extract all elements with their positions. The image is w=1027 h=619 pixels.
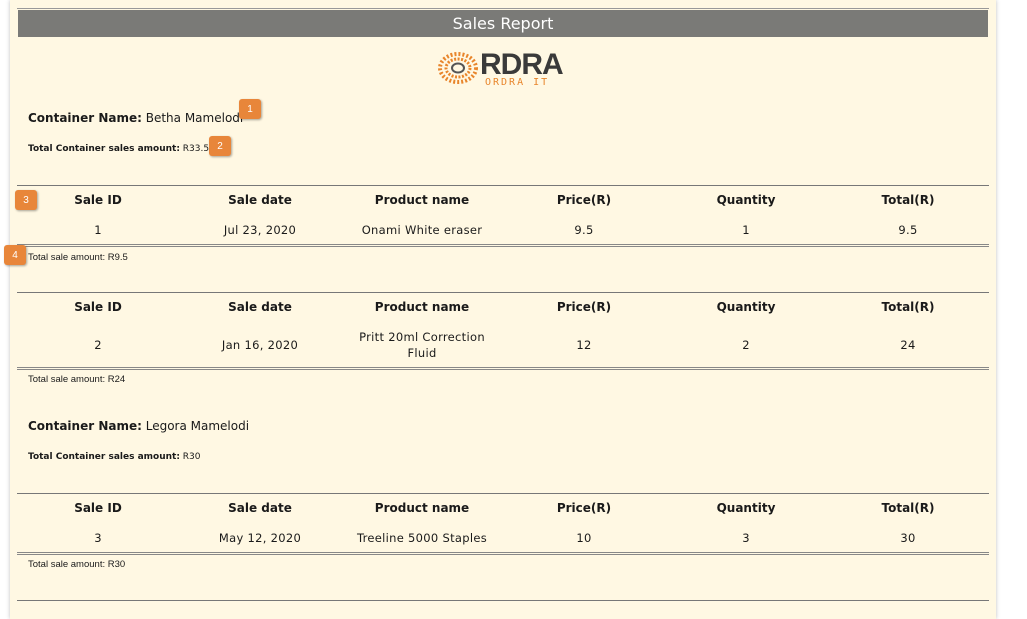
table-row: 3 May 12, 2020 Treeline 5000 Staples 10 … xyxy=(17,523,989,552)
col-sale-id: Sale ID xyxy=(74,501,122,515)
container-total-label: Total Container sales amount: xyxy=(28,144,180,154)
logo-subtitle: ORDRA IT xyxy=(485,77,550,88)
container-name-1: Container Name: Betha Mamelodi xyxy=(28,111,243,125)
cell-product-name: Treeline 5000 Staples xyxy=(356,530,487,545)
cell-sale-date: Jul 23, 2020 xyxy=(223,222,297,237)
col-quantity: Quantity xyxy=(716,300,776,314)
cell-total: 30 xyxy=(900,530,916,545)
report-title: Sales Report xyxy=(18,10,988,37)
col-quantity: Quantity xyxy=(716,193,776,207)
top-divider xyxy=(17,8,989,9)
report-page: Sales Report RDRA ORDRA IT Container Nam… xyxy=(4,0,996,619)
sale-total: Total sale amount: R30 xyxy=(28,559,126,570)
cell-sale-date: May 12, 2020 xyxy=(218,530,302,545)
col-quantity: Quantity xyxy=(716,501,776,515)
cell-sale-date: Jan 16, 2020 xyxy=(221,337,299,352)
col-product-name: Product name xyxy=(374,501,470,515)
table-bottom-border xyxy=(17,244,989,247)
sale-total: Total sale amount: R24 xyxy=(28,374,126,385)
col-price: Price(R) xyxy=(556,193,612,207)
container-name-value: Legora Mamelodi xyxy=(145,419,250,433)
container-total-label: Total Container sales amount: xyxy=(28,452,180,462)
table-header-row: Sale ID Sale date Product name Price(R) … xyxy=(17,186,989,215)
col-total: Total(R) xyxy=(881,501,935,515)
cell-quantity: 2 xyxy=(742,337,750,352)
container-total-2: Total Container sales amount: R30 xyxy=(28,452,201,462)
logo-ring-icon xyxy=(438,52,478,84)
table-bottom-border xyxy=(17,367,989,370)
table-bottom-border xyxy=(17,552,989,555)
table-header-row: Sale ID Sale date Product name Price(R) … xyxy=(17,293,989,322)
cell-quantity: 1 xyxy=(742,222,750,237)
table-header-row: Sale ID Sale date Product name Price(R) … xyxy=(17,494,989,523)
cell-sale-id: 1 xyxy=(94,222,102,237)
cell-quantity: 3 xyxy=(742,530,750,545)
table-row: 2 Jan 16, 2020 Pritt 20ml Correction Flu… xyxy=(17,322,989,367)
container-name-2: Container Name: Legora Mamelodi xyxy=(28,419,249,433)
sale-table-3: Sale ID Sale date Product name Price(R) … xyxy=(17,493,989,555)
cell-total: 24 xyxy=(900,337,916,352)
col-price: Price(R) xyxy=(556,501,612,515)
cell-product-name: Onami White eraser xyxy=(361,222,483,237)
container-total-value: R30 xyxy=(182,452,201,462)
company-logo: RDRA ORDRA IT xyxy=(438,48,568,90)
container-name-value: Betha Mamelodi xyxy=(145,111,244,125)
cell-price: 10 xyxy=(576,530,592,545)
cell-price: 12 xyxy=(576,337,592,352)
cell-sale-id: 3 xyxy=(94,530,102,545)
sale-table-1: Sale ID Sale date Product name Price(R) … xyxy=(17,185,989,247)
col-price: Price(R) xyxy=(556,300,612,314)
container-total-value: R33.5 xyxy=(182,144,210,154)
annotation-badge-3: 3 xyxy=(15,190,37,210)
container-total-1: Total Container sales amount: R33.5 xyxy=(28,144,209,154)
annotation-badge-4: 4 xyxy=(4,245,26,265)
col-sale-date: Sale date xyxy=(228,193,292,207)
table-row: 1 Jul 23, 2020 Onami White eraser 9.5 1 … xyxy=(17,215,989,244)
cell-sale-id: 2 xyxy=(94,337,102,352)
sale-total: Total sale amount: R9.5 xyxy=(28,252,128,263)
col-total: Total(R) xyxy=(881,300,935,314)
bottom-divider xyxy=(17,600,989,601)
sale-table-2: Sale ID Sale date Product name Price(R) … xyxy=(17,292,989,370)
col-sale-date: Sale date xyxy=(228,501,292,515)
logo-text: RDRA xyxy=(480,48,564,81)
cell-price: 9.5 xyxy=(574,222,594,237)
col-sale-id: Sale ID xyxy=(74,193,122,207)
col-total: Total(R) xyxy=(881,193,935,207)
annotation-badge-1: 1 xyxy=(239,99,261,119)
col-sale-id: Sale ID xyxy=(74,300,122,314)
cell-product-name: Pritt 20ml Correction Fluid xyxy=(359,329,485,360)
container-name-label: Container Name: xyxy=(28,419,142,433)
annotation-badge-2: 2 xyxy=(209,136,231,156)
col-product-name: Product name xyxy=(374,193,470,207)
container-name-label: Container Name: xyxy=(28,111,142,125)
cell-total: 9.5 xyxy=(898,222,918,237)
col-product-name: Product name xyxy=(374,300,470,314)
col-sale-date: Sale date xyxy=(228,300,292,314)
